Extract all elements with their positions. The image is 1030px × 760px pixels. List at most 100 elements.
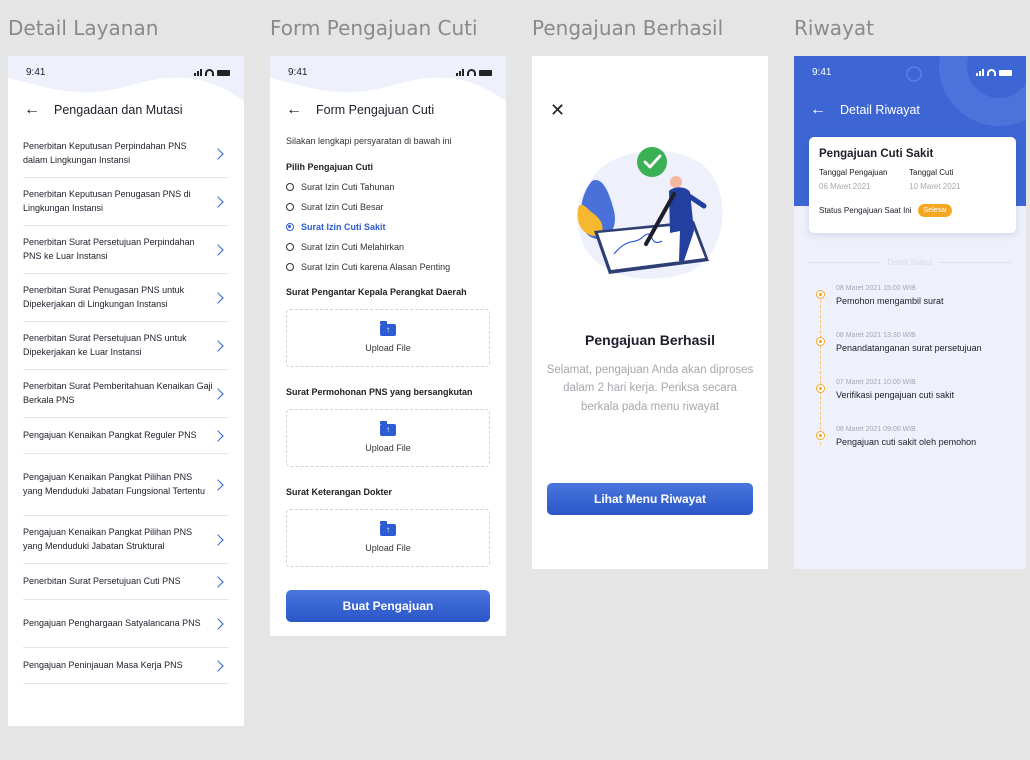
history-menu-button[interactable]: Lihat Menu Riwayat — [547, 483, 753, 515]
radio-unchecked-icon[interactable] — [286, 203, 294, 211]
radio-checked-icon[interactable] — [286, 223, 294, 231]
chevron-right-icon — [212, 147, 224, 160]
back-arrow-icon[interactable]: ← — [286, 102, 302, 118]
leave-type-option[interactable]: Surat Izin Cuti Melahirkan — [286, 242, 490, 252]
chevron-right-icon — [212, 617, 224, 630]
service-item[interactable]: Pengajuan Peninjauan Masa Kerja PNS — [23, 648, 229, 684]
wifi-icon — [205, 68, 214, 76]
frame-title-riwayat: Riwayat — [794, 16, 874, 40]
leave-type-label: Surat Izin Cuti Melahirkan — [301, 242, 405, 252]
timeline-item: 08 Maret 2021 15:00 WIB Pemohon mengambil… — [816, 285, 944, 306]
chevron-right-icon — [212, 533, 224, 546]
service-item-label: Pengajuan Kenaikan Pangkat Pilihan PNS y… — [23, 526, 193, 551]
service-item[interactable]: Penerbitan Keputusan Perpindahan PNS dal… — [23, 130, 229, 178]
history-card: Pengajuan Cuti Sakit Tanggal Pengajuan 0… — [809, 137, 1016, 233]
success-screen: ✕ Pengajuan Berhasil Selamat, pengajuan … — [532, 56, 768, 569]
leave-date-label: Tanggal Cuti — [909, 168, 954, 177]
timeline-divider: Detail Status — [809, 258, 1012, 267]
service-item[interactable]: Penerbitan Surat Persetujuan Perpindahan… — [23, 226, 229, 274]
leave-type-radio-group: Surat Izin Cuti Tahunan Surat Izin Cuti B… — [286, 182, 490, 272]
frame-title-form-cuti: Form Pengajuan Cuti — [270, 16, 478, 40]
timeline-item: 06 Maret 2021 09:00 WIB Pengajuan cuti sa… — [816, 426, 976, 447]
timeline-text: Verifikasi pengajuan cuti sakit — [836, 390, 955, 400]
service-item[interactable]: Penerbitan Surat Persetujuan Cuti PNS — [23, 564, 229, 600]
service-item[interactable]: Penerbitan Keputusan Penugasan PNS di Li… — [23, 178, 229, 226]
leave-type-option[interactable]: Surat Izin Cuti Besar — [286, 202, 490, 212]
success-title: Pengajuan Berhasil — [585, 332, 715, 348]
nav-bar: ← Form Pengajuan Cuti — [270, 90, 506, 130]
service-list: Penerbitan Keputusan Perpindahan PNS dal… — [8, 130, 244, 684]
submission-date-label: Tanggal Pengajuan — [819, 168, 888, 177]
timeline-text: Penandatanganan surat persetujuan — [836, 343, 982, 353]
leave-form: Silakan lengkapi persyaratan di bawah in… — [270, 136, 506, 622]
form-cuti-screen: 9:41 ← Form Pengajuan Cuti Silakan lengk… — [270, 56, 506, 636]
folder-upload-icon: ↑ — [380, 520, 396, 536]
folder-upload-icon: ↑ — [380, 420, 396, 436]
timeline-dot-icon — [816, 290, 825, 299]
service-item-label: Penerbitan Keputusan Perpindahan PNS dal… — [23, 140, 187, 165]
submit-button[interactable]: Buat Pengajuan — [286, 590, 490, 622]
frame-title-detail-layanan: Detail Layanan — [8, 16, 159, 40]
timeline-dot-icon — [816, 337, 825, 346]
upload-dropzone[interactable]: ↑ Upload File — [286, 409, 490, 467]
detail-layanan-screen: 9:41 ← Pengadaan dan Mutasi Penerbitan K… — [8, 56, 244, 726]
status-bar: 9:41 — [270, 56, 506, 88]
upload-group: Surat Pengantar Kepala Perangkat Daerah ↑… — [286, 287, 490, 567]
success-description: Selamat, pengajuan Anda akan diproses da… — [546, 364, 754, 413]
status-time: 9:41 — [812, 66, 832, 78]
radio-unchecked-icon[interactable] — [286, 263, 294, 271]
service-item[interactable]: Pengajuan Kenaikan Pangkat Pilihan PNS y… — [23, 454, 229, 516]
service-item[interactable]: Pengajuan Kenaikan Pangkat Pilihan PNS y… — [23, 516, 229, 564]
leave-type-label: Surat Izin Cuti Tahunan — [301, 182, 395, 192]
chevron-right-icon — [212, 659, 224, 672]
service-item-label: Penerbitan Surat Persetujuan Perpindahan… — [23, 236, 195, 261]
service-item-label: Penerbitan Surat Persetujuan PNS untuk D… — [23, 332, 187, 357]
wifi-icon — [987, 68, 996, 76]
service-item-label: Penerbitan Surat Penugasan PNS untuk Dip… — [23, 284, 185, 309]
service-item-label: Pengajuan Kenaikan Pangkat Reguler PNS — [23, 429, 197, 440]
riwayat-screen: 9:41 ← Detail Riwayat Pengajuan Cuti Sak… — [794, 56, 1026, 569]
status-icons — [976, 68, 1012, 76]
service-item[interactable]: Pengajuan Kenaikan Pangkat Reguler PNS — [23, 418, 229, 454]
chevron-right-icon — [212, 429, 224, 442]
nav-title: Form Pengajuan Cuti — [316, 103, 435, 117]
leave-date-value: 10 Maret 2021 — [909, 182, 961, 191]
back-arrow-icon[interactable]: ← — [810, 102, 826, 118]
service-item[interactable]: Penerbitan Surat Pemberitahuan Kenaikan … — [23, 370, 229, 418]
service-item[interactable]: Pengajuan Penghargaan Satyalancana PNS — [23, 600, 229, 648]
battery-icon — [479, 69, 492, 76]
timeline-time: 06 Maret 2021 09:00 WIB — [836, 426, 916, 433]
status-label: Status Pengajuan Saat Ini — [819, 206, 912, 215]
leave-type-option[interactable]: Surat Izin Cuti Sakit — [286, 222, 490, 232]
upload-dropzone[interactable]: ↑ Upload File — [286, 509, 490, 567]
leave-type-option[interactable]: Surat Izin Cuti karena Alasan Penting — [286, 262, 490, 272]
wifi-icon — [467, 68, 476, 76]
leave-type-label: Surat Izin Cuti karena Alasan Penting — [301, 262, 451, 272]
chevron-right-icon — [212, 291, 224, 304]
service-item-label: Pengajuan Peninjauan Masa Kerja PNS — [23, 659, 183, 670]
upload-file-label: Upload File — [365, 442, 411, 453]
upload-section-label: Surat Keterangan Dokter — [286, 487, 393, 497]
battery-icon — [999, 69, 1012, 76]
timeline-text: Pemohon mengambil surat — [836, 296, 944, 306]
close-icon[interactable]: ✕ — [550, 100, 565, 121]
service-item[interactable]: Penerbitan Surat Penugasan PNS untuk Dip… — [23, 274, 229, 322]
nav-title: Detail Riwayat — [840, 103, 920, 117]
form-intro: Silakan lengkapi persyaratan di bawah in… — [286, 136, 452, 146]
status-icons — [194, 68, 230, 76]
timeline-text: Pengajuan cuti sakit oleh pemohon — [836, 437, 977, 447]
success-illustration — [577, 147, 723, 279]
service-item[interactable]: Penerbitan Surat Persetujuan PNS untuk D… — [23, 322, 229, 370]
chevron-right-icon — [212, 339, 224, 352]
upload-section-label: Surat Permohonan PNS yang bersangkutan — [286, 387, 473, 397]
service-item-label: Penerbitan Surat Pemberitahuan Kenaikan … — [23, 380, 213, 405]
back-arrow-icon[interactable]: ← — [24, 102, 40, 118]
frame-title-berhasil: Pengajuan Berhasil — [532, 16, 724, 40]
status-bar: 9:41 — [794, 56, 1026, 88]
radio-unchecked-icon[interactable] — [286, 183, 294, 191]
timeline-line — [820, 300, 821, 445]
status-icons — [456, 68, 492, 76]
radio-unchecked-icon[interactable] — [286, 243, 294, 251]
leave-type-option[interactable]: Surat Izin Cuti Tahunan — [286, 182, 490, 192]
upload-dropzone[interactable]: ↑ Upload File — [286, 309, 490, 367]
